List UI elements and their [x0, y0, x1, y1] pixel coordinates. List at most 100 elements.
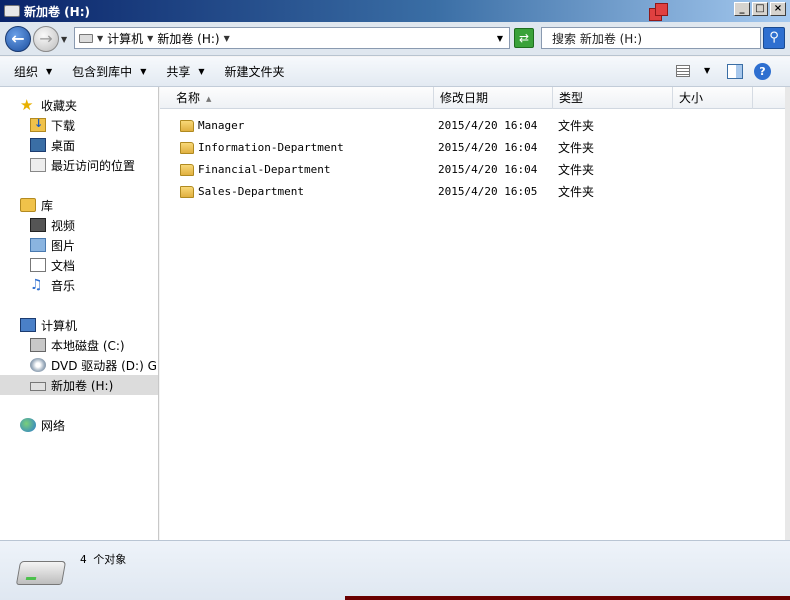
library-icon: [20, 198, 36, 212]
nav-label: 本地磁盘 (C:): [51, 338, 125, 353]
nav-favorites[interactable]: ★ 收藏夹: [0, 95, 158, 115]
chevron-right-icon[interactable]: ▼: [224, 34, 230, 43]
nav-item-music[interactable]: ♫ 音乐: [0, 275, 158, 295]
nav-label: 收藏夹: [41, 98, 78, 113]
table-row[interactable]: Sales-Department 2015/4/20 16:05 文件夹: [160, 181, 785, 203]
column-label: 类型: [559, 91, 584, 105]
share-button[interactable]: 共享 ▼: [166, 63, 204, 80]
new-folder-button[interactable]: 新建文件夹: [225, 63, 285, 80]
chevron-down-icon: ▼: [198, 67, 205, 76]
nav-network[interactable]: 网络: [0, 415, 158, 435]
table-row[interactable]: Financial-Department 2015/4/20 16:04 文件夹: [160, 159, 785, 181]
hard-disk-icon: [30, 338, 46, 352]
column-date-modified[interactable]: 修改日期: [434, 87, 553, 109]
file-date: 2015/4/20 16:04: [438, 141, 538, 154]
breadcrumb-volume[interactable]: 新加卷 (H:): [157, 30, 219, 47]
nav-item-dvd-drive-d[interactable]: DVD 驱动器 (D:) GR: [0, 355, 158, 375]
nav-label: 网络: [41, 418, 66, 433]
music-icon: ♫: [30, 277, 43, 293]
file-name-cell: Information-Department: [180, 137, 344, 159]
folder-icon: [180, 164, 194, 176]
organize-button[interactable]: 组织 ▼: [14, 63, 52, 80]
nav-item-videos[interactable]: 视频: [0, 215, 158, 235]
file-list[interactable]: 名称 ▲ 修改日期 类型 大小 Manager 2015/4/20 16:04 文…: [160, 87, 785, 540]
organize-label: 组织: [14, 65, 39, 79]
item-count: 4 个对象: [80, 553, 127, 566]
chevron-down-icon: ▼: [140, 67, 147, 76]
table-row[interactable]: Information-Department 2015/4/20 16:04 文…: [160, 137, 785, 159]
new-folder-label: 新建文件夹: [224, 65, 285, 79]
nav-label: 计算机: [41, 318, 78, 333]
nav-computer[interactable]: 计算机: [0, 315, 158, 335]
minimize-button[interactable]: _: [734, 2, 750, 16]
nav-label: 库: [41, 198, 54, 213]
star-icon: ★: [20, 96, 34, 114]
search-placeholder: 搜索 新加卷 (H:): [552, 31, 643, 46]
column-type[interactable]: 类型: [553, 87, 673, 109]
column-header-row: 名称 ▲ 修改日期 类型 大小: [160, 87, 785, 109]
network-icon: [20, 418, 36, 432]
file-type: 文件夹: [558, 163, 595, 177]
file-name: Manager: [198, 119, 245, 132]
chevron-down-icon: ▼: [46, 67, 53, 76]
video-icon: [30, 218, 46, 232]
nav-item-documents[interactable]: 文档: [0, 255, 158, 275]
search-icon[interactable]: ⚲: [763, 27, 785, 49]
file-type: 文件夹: [558, 141, 595, 155]
nav-label: 文档: [51, 258, 76, 273]
file-date: 2015/4/20 16:04: [438, 119, 538, 132]
nav-item-downloads[interactable]: 下载: [0, 115, 158, 135]
recent-pages-dropdown[interactable]: ▼: [61, 35, 67, 44]
column-label: 大小: [679, 91, 704, 105]
chevron-down-icon[interactable]: ▼: [704, 66, 710, 75]
document-icon: [30, 258, 46, 272]
picture-icon: [30, 238, 46, 252]
overlay-windows-icon: [649, 3, 671, 23]
view-options-icon[interactable]: [676, 65, 690, 77]
breadcrumb-computer[interactable]: 计算机: [107, 30, 143, 47]
downloads-icon: [30, 117, 46, 132]
file-name-cell: Sales-Department: [180, 181, 304, 203]
file-type: 文件夹: [558, 119, 595, 133]
file-name: Information-Department: [198, 141, 344, 154]
nav-item-desktop[interactable]: 桌面: [0, 135, 158, 155]
file-date: 2015/4/20 16:04: [438, 163, 538, 176]
address-bar[interactable]: ▼ 计算机 ▼ 新加卷 (H:) ▼ ▼: [74, 27, 510, 49]
file-date: 2015/4/20 16:05: [438, 185, 538, 198]
file-name: Sales-Department: [198, 185, 304, 198]
help-icon[interactable]: ?: [754, 63, 771, 80]
folder-icon: [180, 120, 194, 132]
nav-label: 图片: [51, 238, 76, 253]
address-row: ← → ▼ ▼ 计算机 ▼ 新加卷 (H:) ▼ ▼ ⇄ 搜索 新加卷 (H:)…: [0, 22, 790, 56]
include-in-library-button[interactable]: 包含到库中 ▼: [72, 63, 146, 80]
maximize-button[interactable]: □: [752, 2, 768, 16]
recent-places-icon: [30, 158, 46, 172]
preview-pane-icon[interactable]: [727, 64, 743, 79]
chevron-right-icon[interactable]: ▼: [97, 34, 103, 43]
folder-icon: [180, 186, 194, 198]
refresh-icon[interactable]: ⇄: [514, 28, 534, 48]
chevron-right-icon[interactable]: ▼: [147, 34, 153, 43]
nav-item-volume-h[interactable]: 新加卷 (H:): [0, 375, 158, 395]
column-name[interactable]: 名称 ▲: [170, 87, 434, 109]
window-edge: [785, 87, 790, 540]
nav-item-local-disk-c[interactable]: 本地磁盘 (C:): [0, 335, 158, 355]
file-name-cell: Financial-Department: [180, 159, 330, 181]
nav-item-recent-places[interactable]: 最近访问的位置: [0, 155, 158, 175]
drive-icon: [15, 561, 67, 585]
address-history-dropdown[interactable]: ▼: [497, 34, 503, 43]
close-button[interactable]: ×: [770, 2, 786, 16]
file-name-cell: Manager: [180, 115, 244, 137]
table-row[interactable]: Manager 2015/4/20 16:04 文件夹: [160, 115, 785, 137]
nav-item-pictures[interactable]: 图片: [0, 235, 158, 255]
nav-libraries[interactable]: 库: [0, 195, 158, 215]
forward-button[interactable]: →: [33, 26, 59, 52]
nav-label: 视频: [51, 218, 76, 233]
back-button[interactable]: ←: [5, 26, 31, 52]
column-size[interactable]: 大小: [673, 87, 753, 109]
search-input[interactable]: 搜索 新加卷 (H:): [541, 27, 761, 49]
share-label: 共享: [166, 65, 191, 79]
title-bar[interactable]: 新加卷 (H:) _ □ ×: [0, 0, 790, 22]
navigation-pane[interactable]: ★ 收藏夹 下载 桌面 最近访问的位置 库 视频 图片 文档 ♫ 音乐 计算机 …: [0, 87, 159, 540]
column-label: 名称: [176, 91, 201, 105]
